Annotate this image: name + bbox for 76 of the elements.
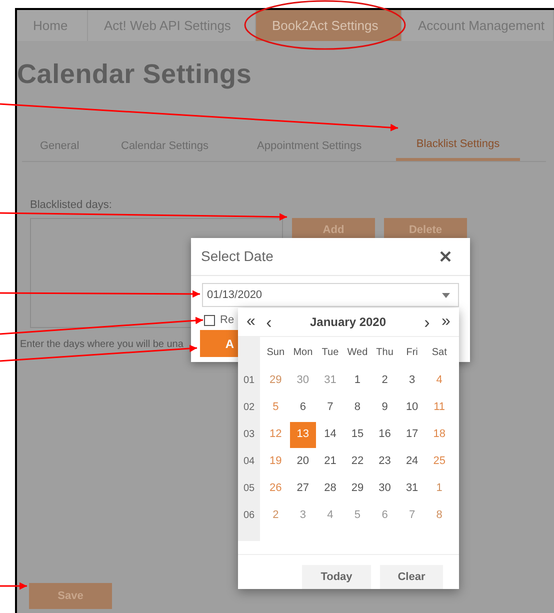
day-cell[interactable]: 5 (344, 502, 370, 528)
day-cell[interactable]: 4 (317, 502, 344, 528)
day-cell[interactable]: 11 (426, 394, 452, 420)
weekday-label: Thu (375, 346, 394, 360)
close-icon[interactable] (440, 251, 451, 262)
weekday-label: Fri (405, 346, 419, 360)
day-cell[interactable]: 27 (290, 476, 316, 502)
day-cell[interactable]: 6 (372, 502, 398, 528)
day-cell[interactable]: 21 (317, 448, 344, 474)
footer-button[interactable]: Today (302, 565, 371, 589)
day-cell[interactable]: 28 (317, 476, 344, 502)
day-cell[interactable]: 19 (262, 448, 289, 474)
day-cell[interactable]: 5 (262, 394, 289, 420)
day-cell[interactable]: 30 (372, 476, 398, 502)
hint-text: Enter the days where you will be una (20, 338, 184, 352)
day-cell[interactable]: 1 (426, 476, 452, 502)
sub-tab[interactable]: Blacklist Settings (396, 131, 520, 161)
day-cell[interactable]: 14 (317, 422, 344, 448)
day-cell[interactable]: 4 (426, 368, 452, 394)
day-cell[interactable]: 12 (262, 422, 289, 448)
previous-month-button[interactable]: ‹ (261, 314, 277, 330)
previous-year-button[interactable]: « (241, 314, 261, 330)
day-cell[interactable]: 2 (372, 368, 398, 394)
next-year-button[interactable]: » (435, 314, 457, 330)
day-cell[interactable]: 7 (399, 502, 426, 528)
next-month-button[interactable]: › (419, 314, 435, 330)
day-cell[interactable]: 8 (426, 502, 452, 528)
weekday-label: Sun (266, 346, 286, 360)
day-cell[interactable]: 22 (344, 448, 370, 474)
day-cell[interactable]: 9 (372, 394, 398, 420)
week-number: 05 (243, 482, 255, 496)
day-cell[interactable]: 2 (262, 502, 289, 528)
weekday-label: Mon (292, 346, 314, 360)
day-cell[interactable]: 6 (290, 394, 316, 420)
day-cell[interactable]: 26 (262, 476, 289, 502)
day-cell[interactable]: 29 (262, 368, 289, 394)
day-cell[interactable]: 29 (344, 476, 370, 502)
day-cell[interactable]: 13 (290, 422, 316, 448)
checkbox-label: Re (220, 313, 234, 328)
week-number: 06 (243, 509, 255, 523)
day-cell[interactable]: 15 (344, 422, 370, 448)
day-cell[interactable]: 20 (290, 448, 316, 474)
day-cell[interactable]: 7 (317, 394, 344, 420)
day-cell[interactable]: 1 (344, 368, 370, 394)
week-number: 02 (243, 401, 255, 415)
day-cell[interactable]: 31 (317, 368, 344, 394)
weekday-label: Wed (346, 346, 369, 360)
week-number: 01 (243, 374, 255, 388)
weekday-label: Sat (430, 346, 448, 360)
day-cell[interactable]: 31 (399, 476, 426, 502)
day-cell[interactable]: 16 (372, 422, 398, 448)
date-field[interactable]: 01/13/2020 (202, 283, 459, 307)
week-number: 04 (243, 455, 255, 469)
day-cell[interactable]: 30 (290, 368, 316, 394)
day-cell[interactable]: 25 (426, 448, 452, 474)
page-title: Calendar Settings (17, 58, 253, 91)
day-cell[interactable]: 3 (290, 502, 316, 528)
day-cell[interactable]: 18 (426, 422, 452, 448)
week-number: 03 (243, 428, 255, 442)
date-value: 01/13/2020 (207, 288, 262, 303)
month-title: January 2020 (308, 314, 388, 331)
day-cell[interactable]: 17 (399, 422, 426, 448)
annotation-arrow (0, 582, 27, 590)
nav-tab[interactable]: Book2Act Settings (256, 10, 402, 41)
field-label: Blacklisted days: (30, 198, 112, 213)
weekday-label: Tue (320, 346, 340, 360)
day-cell[interactable]: 3 (399, 368, 426, 394)
dialog-button[interactable]: A (200, 330, 240, 357)
caret-down-icon (442, 292, 450, 298)
dialog-title: Select Date (201, 247, 274, 266)
day-cell[interactable]: 23 (372, 448, 398, 474)
day-cell[interactable]: 10 (399, 394, 426, 420)
day-cell[interactable]: 8 (344, 394, 370, 420)
checkbox[interactable] (204, 314, 215, 326)
footer-button[interactable]: Clear (380, 565, 443, 589)
day-cell[interactable]: 24 (399, 448, 426, 474)
